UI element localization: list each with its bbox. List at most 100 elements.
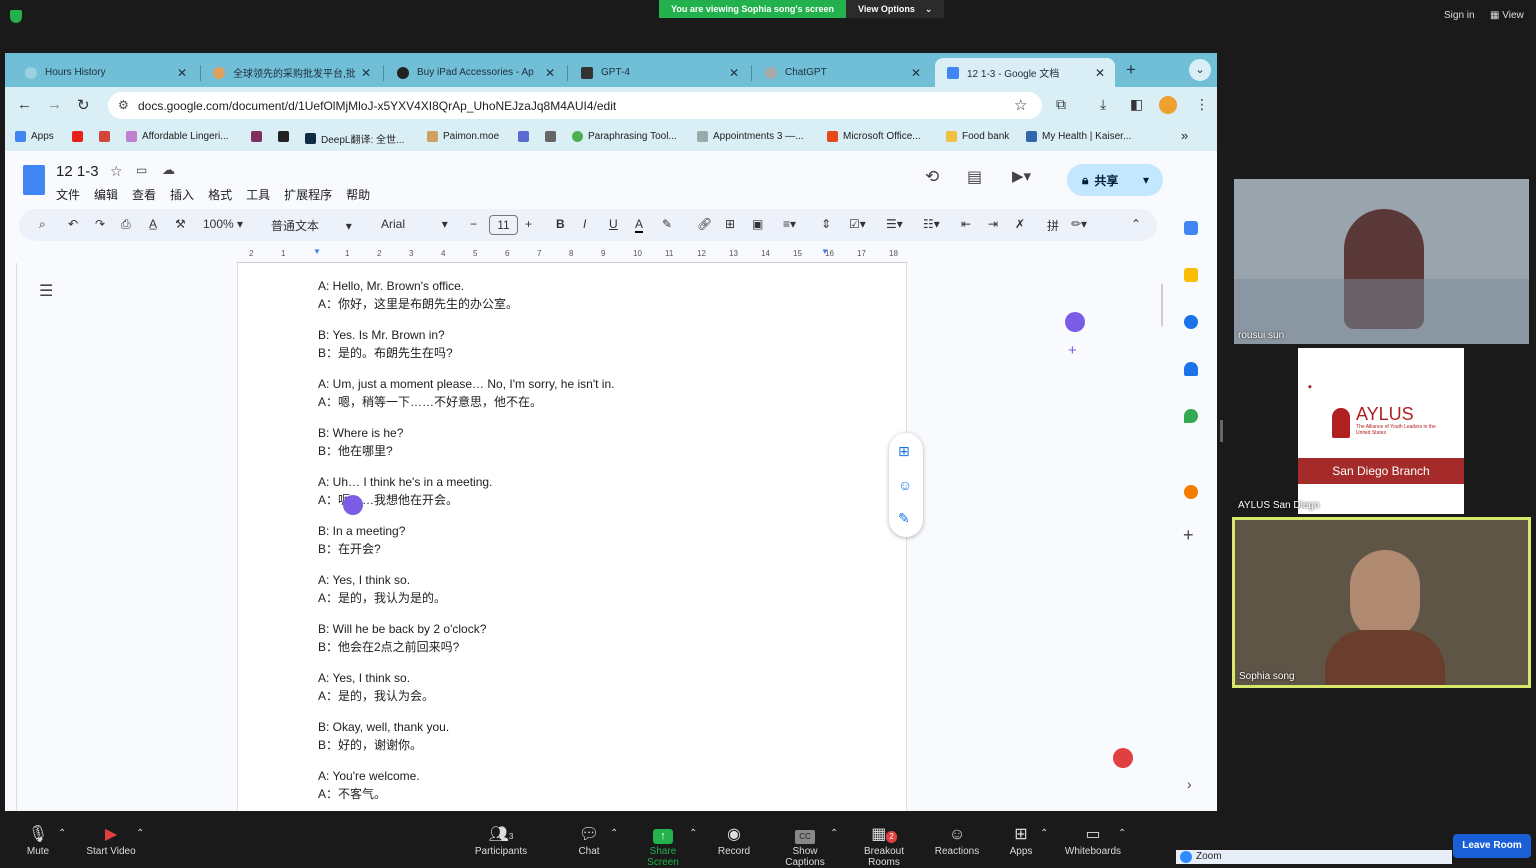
- participants-button[interactable]: 👥︎3 Participants: [474, 824, 528, 857]
- add-comment-icon[interactable]: ⊞: [898, 443, 910, 460]
- bookmark-icon-only[interactable]: [251, 131, 262, 142]
- participant-tile-rousui-sun[interactable]: rousui sun: [1234, 179, 1529, 344]
- extensions-icon[interactable]: ⧉: [1056, 96, 1066, 113]
- captions-options-chevron-icon[interactable]: ⌃: [830, 828, 838, 839]
- document-line[interactable]: A: Um, just a moment please… No, I'm sor…: [318, 377, 614, 391]
- grammar-assistant-icon[interactable]: [1065, 312, 1085, 332]
- back-icon[interactable]: ←: [17, 96, 32, 113]
- share-button[interactable]: 🔒︎ 共享 ▾: [1067, 164, 1163, 196]
- participant-tile-aylus[interactable]: ◆ AYLUS The Alliance of Youth Leaders in…: [1234, 348, 1529, 514]
- redo-icon[interactable]: ↷: [95, 217, 105, 231]
- input-tools-icon[interactable]: 拼: [1047, 217, 1059, 234]
- document-line[interactable]: A：你好，这里是布朗先生的办公室。: [318, 295, 518, 312]
- document-line[interactable]: B: Okay, well, thank you.: [318, 720, 449, 734]
- decrease-font-size-icon[interactable]: −: [470, 217, 477, 231]
- outline-icon[interactable]: ☰: [39, 281, 53, 301]
- bold-icon[interactable]: B: [556, 217, 565, 231]
- document-line[interactable]: B：他会在2点之前回来吗?: [318, 638, 459, 655]
- forward-icon[interactable]: →: [47, 96, 62, 113]
- document-line[interactable]: A：呃……我想他在开会。: [318, 491, 458, 508]
- bookmark-star-icon[interactable]: ☆: [1014, 96, 1027, 114]
- show-captions-button[interactable]: CC Show Captions: [772, 824, 838, 868]
- document-line[interactable]: B: Will he be back by 2 o'clock?: [318, 622, 486, 636]
- mute-button[interactable]: 🎙︎ Mute: [22, 824, 54, 857]
- hide-menus-icon[interactable]: ⌃: [1131, 217, 1141, 231]
- close-icon[interactable]: ✕: [361, 66, 371, 80]
- document-page[interactable]: A: Hello, Mr. Brown's office. A：你好，这里是布朗…: [237, 263, 907, 811]
- bulleted-list-icon[interactable]: ☰▾: [886, 217, 903, 231]
- tab-gpt4[interactable]: GPT-4 ✕: [569, 58, 749, 87]
- profile-avatar[interactable]: [1159, 96, 1177, 114]
- close-icon[interactable]: ✕: [729, 66, 739, 80]
- download-icon[interactable]: ⤓: [1100, 96, 1106, 113]
- apps-options-chevron-icon[interactable]: ⌃: [1040, 828, 1048, 839]
- keep-icon[interactable]: [1184, 268, 1198, 282]
- document-line[interactable]: A: Hello, Mr. Brown's office.: [318, 279, 464, 293]
- document-line[interactable]: A：是的，我认为会。: [318, 687, 434, 704]
- highlight-icon[interactable]: ✎: [662, 217, 672, 231]
- record-button[interactable]: ◉ Record: [716, 824, 752, 857]
- document-line[interactable]: B: Yes. Is Mr. Brown in?: [318, 328, 445, 342]
- audio-options-chevron-icon[interactable]: ⌃: [58, 828, 66, 839]
- document-line[interactable]: A: You're welcome.: [318, 769, 420, 783]
- zoom-select[interactable]: 100% ▾: [203, 217, 243, 231]
- paint-format-icon[interactable]: ⚒: [175, 217, 186, 231]
- document-line[interactable]: A: Yes, I think so.: [318, 573, 410, 587]
- undo-icon[interactable]: ↶: [68, 217, 78, 231]
- checklist-icon[interactable]: ☑▾: [849, 217, 866, 231]
- print-icon[interactable]: ⎙: [121, 217, 131, 232]
- view-button[interactable]: ▦ View: [1490, 10, 1524, 21]
- amazon-icon[interactable]: [278, 131, 289, 142]
- youtube-icon[interactable]: [72, 131, 83, 142]
- bookmark-appointments[interactable]: Appointments 3 —...: [697, 131, 804, 142]
- more-bookmarks-icon[interactable]: »: [1181, 128, 1188, 143]
- document-line[interactable]: A：是的，我认为是的。: [318, 589, 446, 606]
- star-icon[interactable]: ☆: [110, 163, 123, 180]
- horizontal-ruler[interactable]: 2 1 ▼ 1 2 3 4 5 6 7 8 9 10 11 12 13 14 1…: [237, 247, 907, 263]
- bookmark-lingerie[interactable]: Affordable Lingeri...: [126, 131, 229, 142]
- close-icon[interactable]: ✕: [1095, 66, 1105, 80]
- bookmark-kaiser[interactable]: My Health | Kaiser...: [1026, 131, 1131, 142]
- add-comment-icon[interactable]: ⊞: [725, 217, 735, 231]
- menu-view[interactable]: 查看: [132, 186, 156, 203]
- addon-icon[interactable]: [1184, 485, 1198, 499]
- share-screen-button[interactable]: ↑ Share Screen: [634, 824, 692, 868]
- bookmark-icon-only-3[interactable]: [545, 131, 556, 142]
- contacts-icon[interactable]: [1184, 362, 1198, 376]
- cloud-status-icon[interactable]: ☁: [162, 162, 175, 178]
- tab-chatgpt[interactable]: ChatGPT ✕: [753, 58, 931, 87]
- link-icon[interactable]: 🔗︎: [697, 217, 712, 231]
- reactions-button[interactable]: ☺ Reactions: [934, 824, 980, 857]
- font-select[interactable]: Arial ▾: [381, 217, 448, 231]
- apps-button[interactable]: ⊞ Apps: [1008, 824, 1034, 857]
- chat-button[interactable]: 💬︎ Chat: [574, 824, 604, 857]
- tab-1688[interactable]: 全球领先的采购批发平台,批 ✕: [201, 58, 381, 87]
- close-icon[interactable]: ✕: [545, 66, 555, 80]
- spellcheck-icon[interactable]: A̲: [149, 217, 157, 231]
- more-menu-icon[interactable]: ⋮: [1195, 96, 1209, 113]
- shield-icon[interactable]: [10, 10, 22, 23]
- move-folder-icon[interactable]: ▭: [136, 163, 147, 177]
- site-info-icon[interactable]: ⚙: [118, 98, 129, 112]
- document-line[interactable]: A: Uh… I think he's in a meeting.: [318, 475, 492, 489]
- expand-panel-icon[interactable]: ›: [1187, 776, 1192, 792]
- participant-tile-sophia-song[interactable]: Sophia song: [1232, 517, 1531, 688]
- emoji-reaction-icon[interactable]: ☺: [898, 477, 912, 493]
- breakout-rooms-button[interactable]: ▦ 2 Breakout Rooms: [848, 824, 920, 868]
- reload-icon[interactable]: ↻: [77, 96, 90, 114]
- share-options-chevron-icon[interactable]: ⌃: [689, 828, 697, 839]
- line-spacing-icon[interactable]: ⇕: [821, 217, 831, 231]
- document-line[interactable]: B：在开会?: [318, 540, 381, 557]
- writing-assistant-icon[interactable]: [343, 495, 363, 515]
- underline-icon[interactable]: U: [609, 217, 618, 231]
- decrease-indent-icon[interactable]: ⇤: [961, 217, 971, 231]
- bookmark-apps[interactable]: Apps: [15, 131, 54, 142]
- document-line[interactable]: A：不客气。: [318, 785, 386, 802]
- numbered-list-icon[interactable]: ☷▾: [923, 217, 940, 231]
- document-line[interactable]: B：是的。布朗先生在吗?: [318, 344, 453, 361]
- style-select[interactable]: 普通文本 ▾: [271, 217, 352, 234]
- docs-logo-icon[interactable]: [23, 165, 45, 195]
- increase-indent-icon[interactable]: ⇥: [988, 217, 998, 231]
- chat-options-chevron-icon[interactable]: ⌃: [610, 828, 618, 839]
- clear-formatting-icon[interactable]: ✗: [1015, 217, 1025, 231]
